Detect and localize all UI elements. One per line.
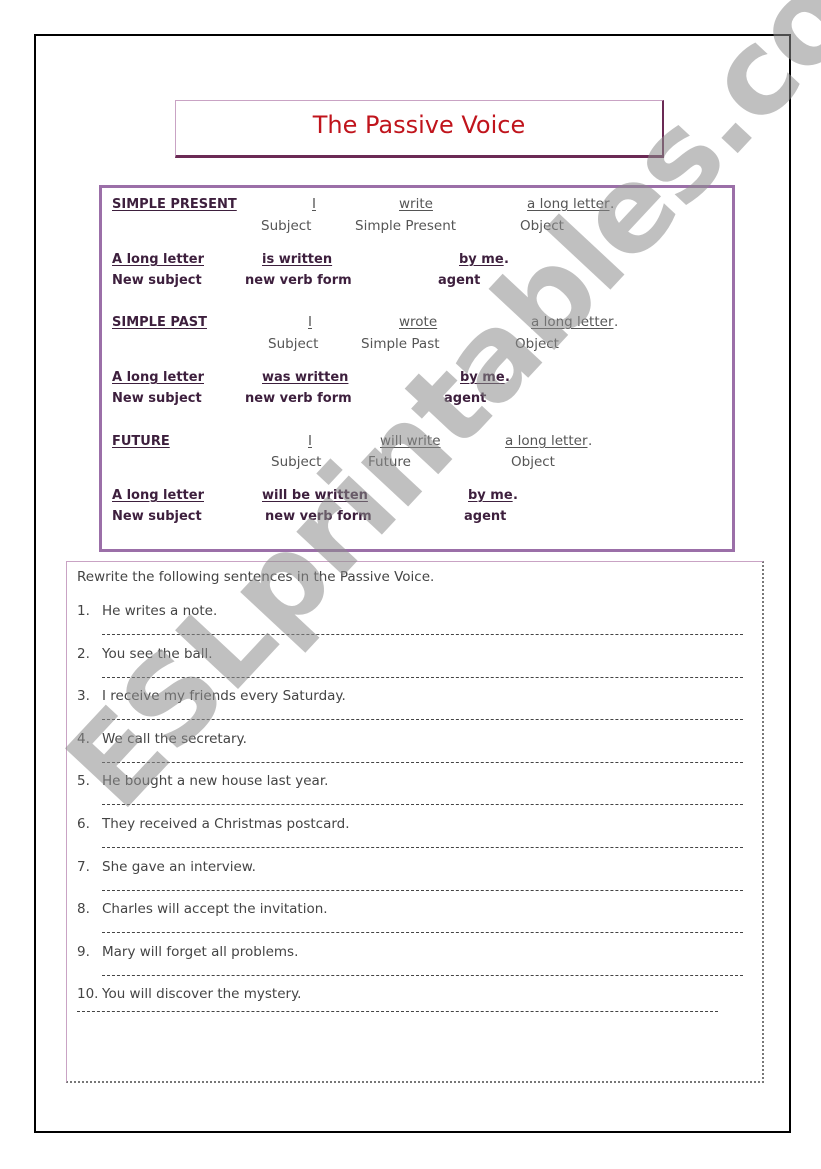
label-agent: agent: [444, 391, 487, 406]
label-object: Object: [511, 454, 555, 470]
grammar-box: SIMPLE PRESENT Iwrite a long letter Subject…: [99, 185, 735, 552]
passive-agent: by me: [459, 252, 504, 267]
active-object: a long letter: [527, 196, 610, 212]
passive-subject: A long letter: [112, 370, 204, 385]
exercise-sentence: She gave an interview.: [102, 858, 256, 875]
passive-subject: A long letter: [112, 488, 204, 503]
answer-line[interactable]: [102, 932, 743, 934]
label-object: Object: [515, 336, 559, 352]
label-object: Object: [520, 218, 564, 234]
item-number: 6.: [77, 816, 90, 832]
passive-subject: A long letter: [112, 252, 204, 267]
answer-line[interactable]: [102, 634, 743, 635]
tense-heading: FUTURE: [112, 434, 170, 449]
label-new-verb-form: new verb form: [265, 509, 372, 524]
exercise-sentence: Charles will accept the invitation.: [102, 901, 328, 918]
item-number: 7.: [77, 858, 90, 875]
exercise-sentence: He bought a new house last year.: [102, 773, 329, 790]
label-verb: Simple Past: [361, 336, 440, 352]
page-title: The Passive Voice: [312, 111, 526, 139]
label-agent: agent: [438, 273, 481, 288]
item-number: 9.: [77, 943, 90, 960]
passive-verb: is written: [262, 252, 333, 267]
item-number: 3.: [77, 688, 90, 705]
label-new-subject: New subject: [112, 391, 202, 406]
answer-line[interactable]: [77, 1011, 718, 1013]
sentence-period: .: [505, 370, 510, 385]
exercise-sentence: I receive my friends every Saturday.: [102, 688, 346, 705]
active-subject: I: [308, 433, 312, 449]
sentence-period: .: [588, 433, 593, 449]
active-verb: wrote: [399, 314, 438, 330]
exercise-sentence: Mary will forget all problems.: [102, 943, 299, 960]
item-number: 2.: [77, 645, 90, 662]
label-new-verb-form: new verb form: [245, 391, 352, 406]
label-subject: Subject: [271, 454, 322, 470]
label-new-subject: New subject: [112, 273, 202, 288]
item-number: 10.: [77, 986, 99, 1003]
answer-line[interactable]: [102, 847, 743, 848]
title-box: The Passive Voice: [175, 100, 664, 158]
exercise-sentence: You see the ball.: [102, 645, 213, 662]
answer-line[interactable]: [102, 804, 743, 806]
sentence-period: .: [513, 488, 518, 503]
answer-line[interactable]: [102, 676, 743, 678]
passive-agent: by me: [468, 488, 513, 503]
active-verb: will write: [380, 433, 441, 449]
label-subject: Subject: [268, 336, 319, 352]
exercise-instruction: Rewrite the following sentences in the P…: [77, 569, 435, 585]
passive-verb: was written: [262, 370, 349, 385]
answer-line[interactable]: [102, 974, 743, 976]
label-verb: Simple Present: [355, 218, 457, 234]
item-number: 4.: [77, 730, 90, 747]
answer-line[interactable]: [102, 719, 743, 721]
active-subject: I: [308, 314, 312, 330]
item-number: 8.: [77, 901, 90, 918]
exercise-sentence: You will discover the mystery.: [102, 986, 302, 1003]
label-new-subject: New subject: [112, 509, 202, 524]
item-number: 5.: [77, 773, 90, 790]
passive-verb: will be written: [262, 488, 368, 503]
label-verb: Future: [368, 454, 411, 470]
active-object: a long letter: [531, 314, 614, 330]
label-subject: Subject: [261, 218, 312, 234]
item-number: 1.: [77, 603, 90, 619]
tense-heading: SIMPLE PAST: [112, 315, 207, 330]
tense-heading: SIMPLE PRESENT: [112, 197, 237, 212]
label-agent: agent: [464, 509, 507, 524]
sentence-period: .: [614, 314, 619, 330]
exercise-sentence: We call the secretary.: [102, 730, 247, 747]
sentence-period: .: [610, 196, 615, 212]
answer-line[interactable]: [102, 761, 743, 763]
active-subject: I: [312, 196, 316, 212]
active-object: a long letter: [505, 433, 588, 449]
answer-line[interactable]: [102, 889, 743, 891]
sentence-period: .: [504, 252, 509, 267]
exercise-sentence: They received a Christmas postcard.: [102, 816, 350, 832]
exercise-sentence: He writes a note.: [102, 603, 218, 619]
label-new-verb-form: new verb form: [245, 273, 352, 288]
passive-agent: by me: [460, 370, 505, 385]
active-verb: write: [399, 196, 433, 212]
